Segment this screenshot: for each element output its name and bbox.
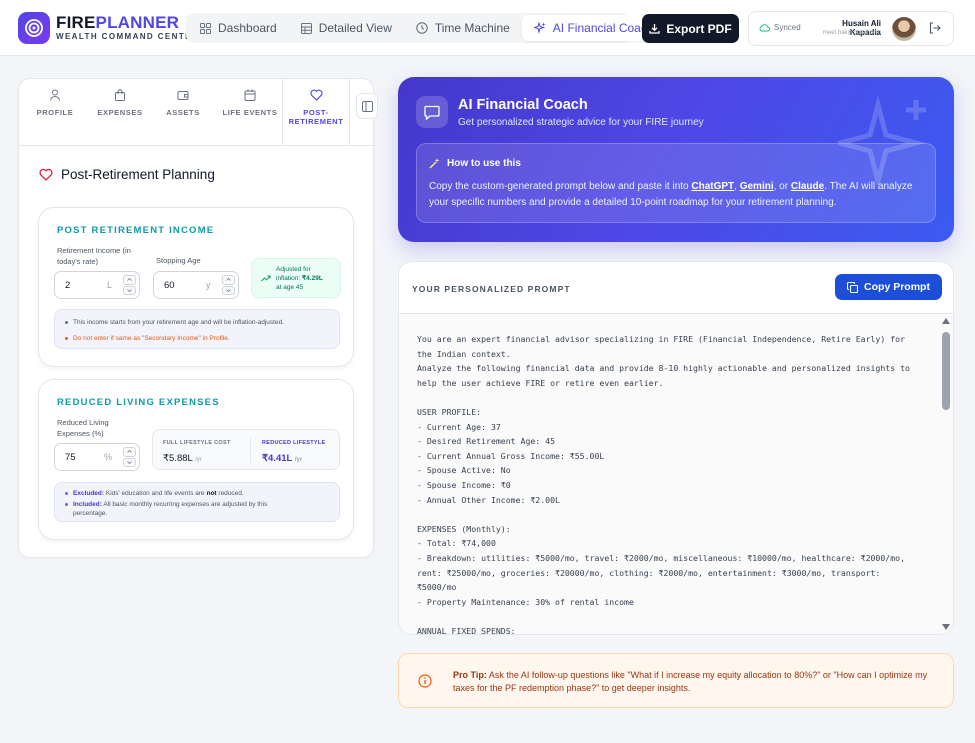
full-lifestyle-value: ₹5.88L /yr bbox=[163, 453, 202, 464]
reduced-lifestyle-value: ₹4.41L /yr bbox=[262, 453, 303, 464]
top-header: FIREPLANNER WEALTH COMMAND CENTER Dashbo… bbox=[0, 0, 975, 56]
tab-time-machine[interactable]: Time Machine bbox=[404, 15, 522, 41]
export-pdf-button[interactable]: Export PDF bbox=[642, 14, 739, 43]
decrement-button[interactable] bbox=[123, 457, 136, 467]
brand-subtitle: WEALTH COMMAND CENTER bbox=[56, 32, 200, 41]
tab-post-retirement[interactable]: POST- RETIREMENT bbox=[282, 79, 350, 145]
full-lifestyle-label: FULL LIFESTYLE COST bbox=[163, 440, 231, 446]
prompt-text: You are an expert financial advisor spec… bbox=[417, 334, 910, 635]
reduced-expenses-stepper[interactable]: 75 % bbox=[54, 443, 140, 471]
increment-button[interactable] bbox=[123, 275, 136, 285]
tab-expenses[interactable]: EXPENSES bbox=[90, 89, 150, 117]
tab-label: Detailed View bbox=[318, 21, 392, 35]
reduced-lifestyle-label: REDUCED LIFESTYLE bbox=[262, 440, 326, 446]
avatar[interactable] bbox=[892, 17, 916, 41]
prompt-card: YOUR PERSONALIZED PROMPT Copy Prompt You… bbox=[398, 261, 954, 635]
tab-profile[interactable]: PROFILE bbox=[25, 89, 85, 117]
field-label: Retirement Income (in today's rate) bbox=[57, 246, 131, 266]
lifestyle-comparison: FULL LIFESTYLE COST ₹5.88L /yr REDUCED L… bbox=[152, 429, 340, 470]
copy-icon bbox=[847, 281, 859, 293]
sparkles-icon bbox=[533, 22, 546, 34]
scroll-up-arrow[interactable] bbox=[942, 318, 950, 324]
wallet-icon bbox=[177, 91, 189, 100]
howto-title: How to use this bbox=[429, 157, 521, 169]
ai-coach-hero: AI Financial Coach Get personalized stra… bbox=[398, 77, 954, 242]
info-note: Excluded: Kids' education and life event… bbox=[54, 482, 340, 522]
heart-icon bbox=[309, 89, 323, 101]
howto-text: Copy the custom-generated prompt below a… bbox=[429, 181, 913, 208]
clock-icon bbox=[416, 22, 428, 34]
tab-detailed-view[interactable]: Detailed View bbox=[289, 15, 404, 41]
logout-icon[interactable] bbox=[928, 21, 942, 40]
settings-panel: PROFILE EXPENSES ASSETS LIFE EVENTS POST… bbox=[18, 78, 378, 558]
field-label: Reduced Living Expenses (%) bbox=[57, 418, 109, 438]
retirement-income-stepper[interactable]: 2 L bbox=[54, 271, 140, 299]
tab-label: Time Machine bbox=[434, 21, 510, 35]
info-note: This income starts from your retirement … bbox=[54, 309, 340, 349]
tab-assets[interactable]: ASSETS bbox=[153, 89, 213, 117]
increment-button[interactable] bbox=[222, 275, 235, 285]
increment-button[interactable] bbox=[123, 447, 136, 457]
how-to-use-box: How to use this Copy the custom-generate… bbox=[416, 143, 936, 223]
prompt-label: YOUR PERSONALIZED PROMPT bbox=[412, 284, 571, 294]
heart-icon bbox=[39, 168, 53, 181]
cloud-check-icon bbox=[759, 24, 770, 32]
sync-status: Synced bbox=[759, 23, 801, 32]
post-retirement-income-card: POST RETIREMENT INCOME Retirement Income… bbox=[38, 207, 354, 367]
trending-up-icon bbox=[261, 275, 271, 282]
card-title: REDUCED LIVING EXPENSES bbox=[57, 397, 220, 408]
pro-tip-text: Pro Tip: Ask the AI follow-up questions … bbox=[453, 670, 928, 693]
user-menu: Synced Husain Ali Kapadia meet.hak@gmail… bbox=[748, 11, 954, 46]
info-icon bbox=[418, 674, 432, 688]
tab-label: Dashboard bbox=[218, 21, 277, 35]
user-icon bbox=[50, 89, 60, 101]
scrollbar[interactable] bbox=[939, 314, 953, 634]
scroll-down-arrow[interactable] bbox=[942, 624, 950, 630]
reduced-living-expenses-card: REDUCED LIVING EXPENSES Reduced Living Ex… bbox=[38, 379, 354, 540]
magic-wand-icon bbox=[429, 158, 440, 169]
section-title: Post-Retirement Planning bbox=[39, 167, 215, 182]
card-title: POST RETIREMENT INCOME bbox=[57, 225, 215, 236]
pro-tip: Pro Tip: Ask the AI follow-up questions … bbox=[398, 653, 954, 708]
download-icon bbox=[649, 24, 660, 34]
hero-subtitle: Get personalized strategic advice for yo… bbox=[458, 117, 704, 128]
hero-title: AI Financial Coach bbox=[458, 97, 588, 113]
scrollbar-thumb[interactable] bbox=[942, 332, 950, 410]
claude-link[interactable]: Claude bbox=[791, 181, 824, 192]
grid-icon bbox=[200, 22, 211, 34]
table-icon bbox=[300, 22, 312, 34]
user-email: meet.hak@gmail.com bbox=[822, 30, 881, 36]
logo-icon[interactable] bbox=[18, 12, 50, 44]
decrement-button[interactable] bbox=[123, 285, 136, 295]
collapse-panel-button[interactable] bbox=[356, 93, 378, 119]
chat-icon bbox=[416, 96, 448, 128]
field-label: Stopping Age bbox=[156, 256, 201, 265]
tab-dashboard[interactable]: Dashboard bbox=[188, 15, 289, 41]
bag-icon bbox=[115, 89, 125, 101]
prompt-textarea[interactable]: You are an expert financial advisor spec… bbox=[399, 314, 953, 635]
export-label: Export PDF bbox=[666, 21, 732, 36]
tab-label: AI Financial Coach bbox=[552, 21, 654, 35]
main-nav: Dashboard Detailed View Time Machine AI … bbox=[186, 13, 666, 43]
decrement-button[interactable] bbox=[222, 285, 235, 295]
brand-title: FIREPLANNER bbox=[56, 13, 180, 32]
calendar-icon bbox=[244, 89, 256, 101]
stopping-age-stepper[interactable]: 60 y bbox=[153, 271, 239, 299]
settings-tabs: PROFILE EXPENSES ASSETS LIFE EVENTS POST… bbox=[19, 79, 378, 146]
gemini-link[interactable]: Gemini bbox=[740, 181, 774, 192]
tab-life-events[interactable]: LIFE EVENTS bbox=[220, 89, 280, 117]
copy-prompt-button[interactable]: Copy Prompt bbox=[835, 274, 942, 300]
inflation-adjusted-badge: Adjusted for inflation: ₹4.29L at age 45 bbox=[251, 258, 341, 298]
chatgpt-link[interactable]: ChatGPT bbox=[691, 181, 734, 192]
sidebar-collapse-icon bbox=[361, 100, 373, 112]
